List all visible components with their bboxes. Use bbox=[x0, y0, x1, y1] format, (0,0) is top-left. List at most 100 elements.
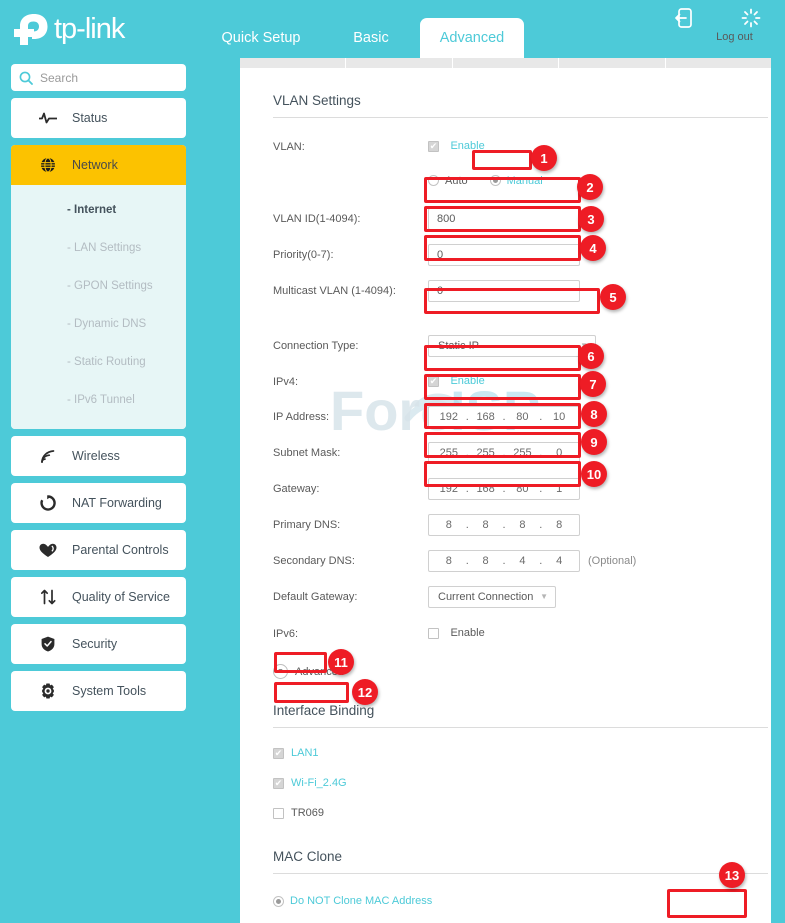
octet[interactable]: 0 bbox=[543, 447, 575, 459]
sidebar-item-security[interactable]: Security bbox=[11, 624, 186, 664]
binding-item-tr069: TR069 bbox=[273, 798, 753, 828]
sidebar-item-system-tools[interactable]: System Tools bbox=[11, 671, 186, 711]
ipv6-enable-checkbox[interactable] bbox=[428, 627, 439, 639]
octet[interactable]: 80 bbox=[507, 483, 539, 495]
submenu-item-ipv6-tunnel[interactable]: - IPv6 Tunnel bbox=[11, 381, 186, 419]
sidebar-item-wireless[interactable]: Wireless bbox=[11, 436, 186, 476]
tab-quick-setup[interactable]: Quick Setup bbox=[200, 18, 322, 58]
do-not-clone-label: Do NOT Clone MAC Address bbox=[290, 895, 433, 907]
tr069-checkbox[interactable] bbox=[273, 807, 284, 819]
connection-type-select[interactable]: Static IP ▼ bbox=[428, 334, 596, 357]
secondary-dns-input[interactable]: 8. 8. 4. 4 bbox=[428, 549, 580, 572]
tab-advanced[interactable]: Advanced bbox=[420, 18, 524, 58]
sidebar-item-parental-controls[interactable]: Parental Controls bbox=[11, 530, 186, 570]
reboot-label: Reboot bbox=[725, 31, 785, 43]
vlan-id-input[interactable]: 800 bbox=[428, 207, 580, 230]
ipv6-label: IPv6: bbox=[273, 627, 299, 640]
mac-option-do-not-clone: Do NOT Clone MAC Address bbox=[273, 886, 753, 916]
sidebar-card-wireless: Wireless bbox=[11, 436, 186, 476]
tabstrip-seg[interactable] bbox=[240, 58, 347, 68]
tab-basic[interactable]: Basic bbox=[322, 18, 420, 58]
sidebar-item-nat-forwarding[interactable]: NAT Forwarding bbox=[11, 483, 186, 523]
octet[interactable]: 10 bbox=[543, 411, 575, 423]
octet[interactable]: 192 bbox=[433, 483, 465, 495]
tabstrip-seg[interactable] bbox=[453, 58, 560, 68]
octet[interactable]: 192 bbox=[433, 411, 465, 423]
octet[interactable]: 1 bbox=[543, 483, 575, 495]
section-tabstrip bbox=[240, 58, 771, 68]
octet[interactable]: 4 bbox=[543, 555, 575, 567]
octet[interactable]: 80 bbox=[507, 411, 539, 423]
reboot-icon bbox=[725, 6, 777, 30]
ip-address-label: IP Address: bbox=[273, 410, 330, 423]
submenu-item-lan-settings[interactable]: - LAN Settings bbox=[11, 229, 186, 267]
sidebar-item-label: System Tools bbox=[72, 684, 147, 698]
search-input[interactable]: Search bbox=[11, 64, 186, 91]
do-not-clone-radio[interactable] bbox=[273, 895, 284, 907]
nav-tabs: Quick Setup Basic Advanced bbox=[200, 0, 524, 58]
vlan-mode-manual-radio[interactable] bbox=[489, 175, 501, 186]
default-gateway-select[interactable]: Current Connection ▼ bbox=[428, 585, 556, 608]
vlan-enable-checkbox[interactable]: ✔ bbox=[428, 140, 439, 152]
advanced-toggle[interactable]: ▼ Advanced bbox=[273, 664, 753, 679]
pulse-icon bbox=[37, 112, 59, 124]
octet[interactable]: 8 bbox=[470, 555, 502, 567]
gear-icon bbox=[37, 683, 59, 699]
logout-button[interactable]: Log out bbox=[657, 6, 753, 43]
secondary-dns-hint: (Optional) bbox=[588, 554, 637, 567]
octet[interactable]: 8 bbox=[470, 519, 502, 531]
tabstrip-seg[interactable] bbox=[346, 58, 453, 68]
gateway-input[interactable]: 192. 168. 80. 1 bbox=[428, 477, 580, 500]
globe-icon bbox=[37, 157, 59, 173]
header-actions: Log out Reboot bbox=[657, 6, 785, 43]
vlan-mode-row: Auto Manual bbox=[273, 166, 753, 195]
mac-option-clone-current: Clone Current Computer MAC Address bbox=[273, 916, 753, 923]
submenu-item-internet[interactable]: - Internet bbox=[11, 191, 186, 229]
chevron-down-icon: ▼ bbox=[580, 341, 588, 350]
submenu-item-dynamic-dns[interactable]: - Dynamic DNS bbox=[11, 305, 186, 343]
reboot-button[interactable]: Reboot bbox=[725, 6, 785, 43]
submenu-item-gpon-settings[interactable]: - GPON Settings bbox=[11, 267, 186, 305]
priority-input[interactable]: 0 bbox=[428, 243, 580, 266]
octet[interactable]: 8 bbox=[507, 519, 539, 531]
connection-type-value: Static IP bbox=[438, 339, 479, 352]
vlan-mode-manual-label: Manual bbox=[506, 174, 543, 187]
gateway-row: Gateway: 192. 168. 80. 1 bbox=[273, 474, 753, 503]
gateway-label: Gateway: bbox=[273, 482, 320, 495]
advanced-label: Advanced bbox=[295, 665, 344, 678]
sidebar-item-quality-of-service[interactable]: Quality of Service bbox=[11, 577, 186, 617]
ipv6-row: IPv6: Enable bbox=[273, 619, 753, 648]
search-icon bbox=[19, 71, 33, 85]
octet[interactable]: 8 bbox=[433, 555, 465, 567]
sidebar-item-label: Network bbox=[72, 158, 118, 172]
octet[interactable]: 168 bbox=[470, 411, 502, 423]
mac-clone-title: MAC Clone bbox=[273, 849, 343, 864]
lan1-checkbox[interactable]: ✔ bbox=[273, 747, 284, 759]
octet[interactable]: 8 bbox=[433, 519, 465, 531]
vlan-settings-title: VLAN Settings bbox=[273, 93, 361, 108]
ip-address-input[interactable]: 192. 168. 80. 10 bbox=[428, 405, 580, 428]
search-placeholder: Search bbox=[40, 70, 79, 85]
tabstrip-seg[interactable] bbox=[666, 58, 771, 68]
ipv4-enable-checkbox[interactable]: ✔ bbox=[428, 375, 439, 387]
octet[interactable]: 255 bbox=[470, 447, 502, 459]
submenu-item-static-routing[interactable]: - Static Routing bbox=[11, 343, 186, 381]
octet[interactable]: 255 bbox=[433, 447, 465, 459]
octet[interactable]: 8 bbox=[543, 519, 575, 531]
tabstrip-seg[interactable] bbox=[559, 58, 666, 68]
ipv4-row: IPv4: ✔ Enable bbox=[273, 367, 753, 396]
wifi24g-label: Wi-Fi_2.4G bbox=[291, 777, 347, 789]
primary-dns-input[interactable]: 8. 8. 8. 8 bbox=[428, 513, 580, 536]
subnet-mask-input[interactable]: 255. 255. 255. 0 bbox=[428, 441, 580, 464]
primary-dns-label: Primary DNS: bbox=[273, 518, 341, 531]
octet[interactable]: 255 bbox=[507, 447, 539, 459]
network-submenu: - Internet - LAN Settings - GPON Setting… bbox=[11, 185, 186, 429]
multicast-vlan-input[interactable]: 0 bbox=[428, 279, 580, 302]
vlan-mode-auto-radio[interactable] bbox=[428, 175, 439, 186]
sidebar-item-network[interactable]: Network bbox=[11, 145, 186, 185]
sidebar-item-status[interactable]: Status bbox=[11, 98, 186, 138]
connection-type-row: Connection Type: Static IP ▼ bbox=[273, 331, 753, 360]
octet[interactable]: 168 bbox=[470, 483, 502, 495]
wifi24g-checkbox[interactable]: ✔ bbox=[273, 777, 284, 789]
octet[interactable]: 4 bbox=[507, 555, 539, 567]
